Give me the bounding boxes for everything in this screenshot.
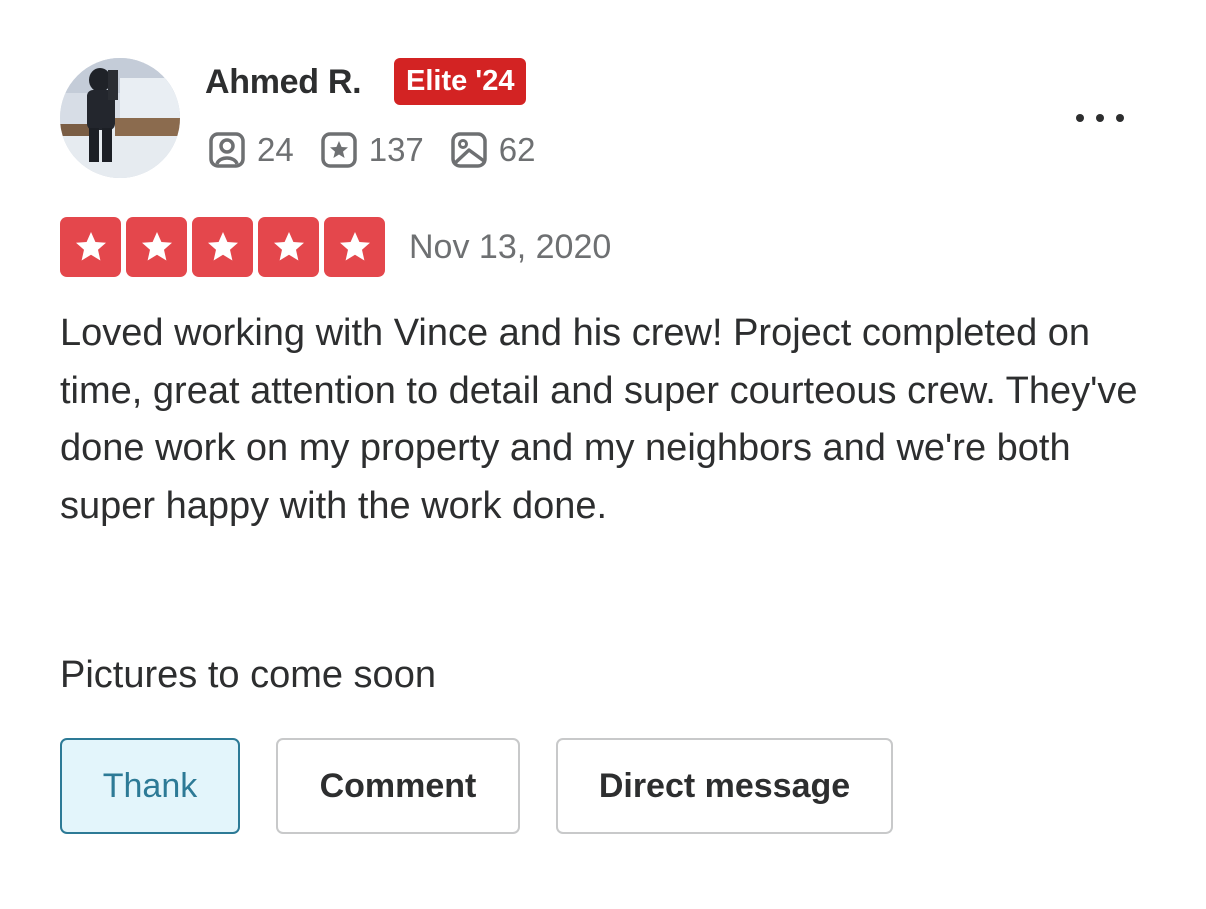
review-actions: Thank Comment Direct message: [60, 738, 893, 834]
star-icon: [126, 217, 187, 277]
thank-button[interactable]: Thank: [60, 738, 240, 834]
photo-icon: [451, 132, 487, 168]
review-card: Ahmed R. Elite '24 24 137 62 Nov 13, 202…: [0, 0, 1206, 909]
more-options-icon: [1076, 114, 1084, 122]
more-options-icon: [1096, 114, 1104, 122]
reviews-stat: 137: [319, 130, 424, 170]
friends-count: 24: [257, 131, 294, 168]
elite-badge[interactable]: Elite '24: [394, 58, 527, 105]
star-icon: [258, 217, 319, 277]
direct-message-button[interactable]: Direct message: [556, 738, 893, 834]
user-name[interactable]: Ahmed R.: [205, 62, 362, 102]
avatar-photo: [60, 58, 180, 178]
photos-stat: 62: [449, 130, 536, 170]
review-text-followup: Pictures to come soon: [60, 654, 436, 696]
friends-icon: [209, 132, 245, 168]
review-date: Nov 13, 2020: [409, 228, 612, 266]
star-icon: [324, 217, 385, 277]
more-options-icon: [1116, 114, 1124, 122]
star-icon: [192, 217, 253, 277]
star-rating: [60, 217, 385, 277]
friends-stat: 24: [207, 130, 294, 170]
more-options-button[interactable]: [1076, 100, 1146, 136]
review-text: Loved working with Vince and his crew! P…: [60, 312, 1138, 527]
avatar[interactable]: [60, 58, 180, 178]
review-star-icon: [320, 132, 357, 168]
user-stats: 24 137 62: [207, 128, 561, 172]
comment-button[interactable]: Comment: [276, 738, 520, 834]
reviews-count: 137: [368, 131, 424, 168]
photos-count: 62: [498, 131, 536, 168]
star-icon: [60, 217, 121, 277]
